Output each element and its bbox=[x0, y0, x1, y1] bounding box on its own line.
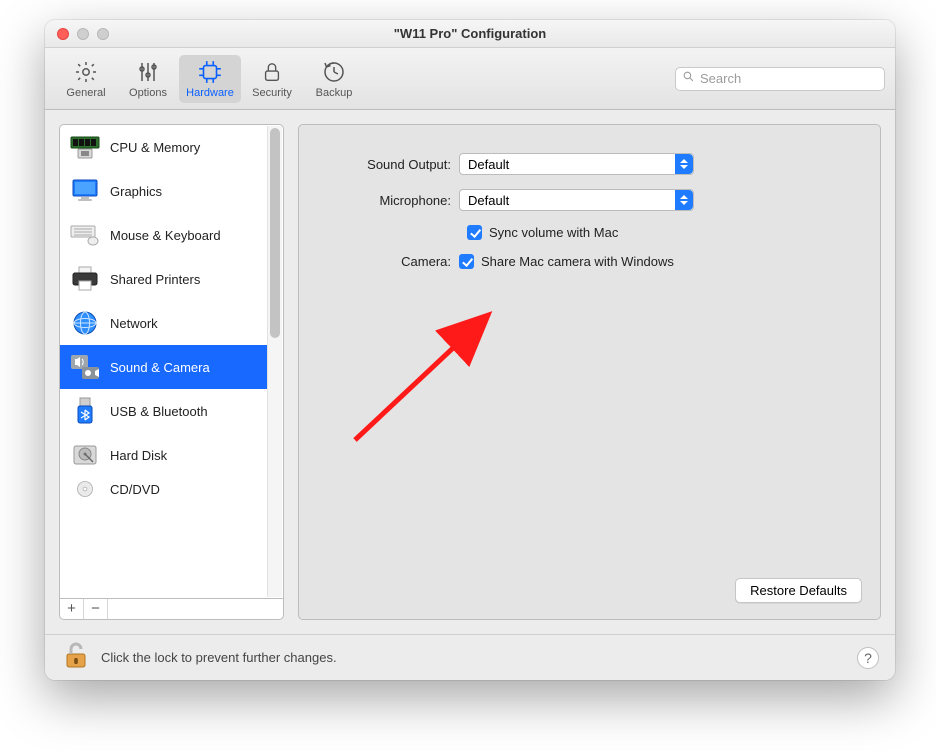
search-field[interactable] bbox=[675, 67, 885, 91]
usb-bluetooth-icon bbox=[70, 396, 100, 426]
sidebar-item-graphics[interactable]: Graphics bbox=[60, 169, 267, 213]
sidebar-item-mouse-keyboard[interactable]: Mouse & Keyboard bbox=[60, 213, 267, 257]
sync-volume-label: Sync volume with Mac bbox=[489, 225, 618, 240]
camera-label: Camera: bbox=[319, 254, 459, 269]
disc-icon bbox=[70, 479, 100, 499]
scrollbar-thumb[interactable] bbox=[270, 128, 280, 338]
tab-label: Backup bbox=[316, 87, 353, 99]
window-title: "W11 Pro" Configuration bbox=[45, 26, 895, 41]
sidebar-item-sound-camera[interactable]: Sound & Camera bbox=[60, 345, 267, 389]
tab-backup[interactable]: Backup bbox=[303, 55, 365, 103]
sidebar-item-label: CD/DVD bbox=[110, 482, 160, 497]
lock-icon bbox=[261, 59, 283, 85]
sound-output-label: Sound Output: bbox=[319, 157, 459, 172]
gear-icon bbox=[74, 59, 98, 85]
sidebar-item-usb-bluetooth[interactable]: USB & Bluetooth bbox=[60, 389, 267, 433]
sidebar-item-label: Hard Disk bbox=[110, 448, 167, 463]
tab-label: Hardware bbox=[186, 87, 234, 99]
backup-icon bbox=[322, 59, 346, 85]
configuration-window: "W11 Pro" Configuration General Options bbox=[45, 20, 895, 680]
sound-camera-panel: Sound Output: Default Microphone: Defaul… bbox=[298, 124, 881, 620]
tab-label: Options bbox=[129, 87, 167, 99]
sidebar-item-network[interactable]: Network bbox=[60, 301, 267, 345]
tab-general[interactable]: General bbox=[55, 55, 117, 103]
tab-options[interactable]: Options bbox=[117, 55, 179, 103]
tab-hardware[interactable]: Hardware bbox=[179, 55, 241, 103]
keyboard-mouse-icon bbox=[70, 220, 100, 250]
sound-output-select[interactable]: Default bbox=[459, 153, 694, 175]
sidebar-item-label: Sound & Camera bbox=[110, 360, 210, 375]
microphone-value: Default bbox=[468, 193, 509, 208]
tab-label: Security bbox=[252, 87, 292, 99]
chip-icon bbox=[197, 59, 223, 85]
sidebar-item-hard-disk[interactable]: Hard Disk bbox=[60, 433, 267, 477]
help-button[interactable]: ? bbox=[857, 647, 879, 669]
sidebar-item-label: Mouse & Keyboard bbox=[110, 228, 221, 243]
monitor-icon bbox=[70, 176, 100, 206]
chevrons-icon bbox=[675, 190, 693, 210]
titlebar: "W11 Pro" Configuration bbox=[45, 20, 895, 48]
tab-security[interactable]: Security bbox=[241, 55, 303, 103]
sidebar-item-shared-printers[interactable]: Shared Printers bbox=[60, 257, 267, 301]
hard-disk-icon bbox=[70, 440, 100, 470]
add-button[interactable]: + bbox=[60, 599, 84, 619]
sidebar-item-label: CPU & Memory bbox=[110, 140, 200, 155]
printer-icon bbox=[70, 264, 100, 294]
sidebar-item-label: Shared Printers bbox=[110, 272, 200, 287]
sound-camera-icon bbox=[70, 352, 100, 382]
sync-volume-checkbox[interactable] bbox=[467, 225, 482, 240]
sidebar-item-cd-dvd[interactable]: CD/DVD bbox=[60, 477, 267, 501]
sliders-icon bbox=[136, 59, 160, 85]
sound-output-value: Default bbox=[468, 157, 509, 172]
cpu-memory-icon bbox=[70, 132, 100, 162]
remove-button[interactable]: − bbox=[84, 599, 108, 619]
hardware-sidebar: CPU & Memory Graphics Mouse & Keyboard bbox=[59, 124, 284, 598]
sidebar-item-label: Network bbox=[110, 316, 158, 331]
microphone-select[interactable]: Default bbox=[459, 189, 694, 211]
sidebar-item-label: Graphics bbox=[110, 184, 162, 199]
sidebar-item-cpu-memory[interactable]: CPU & Memory bbox=[60, 125, 267, 169]
globe-icon bbox=[70, 308, 100, 338]
search-icon bbox=[682, 70, 695, 88]
microphone-label: Microphone: bbox=[319, 193, 459, 208]
unlock-icon[interactable] bbox=[61, 640, 91, 675]
sidebar-footer: + − bbox=[59, 598, 284, 620]
share-camera-label: Share Mac camera with Windows bbox=[481, 254, 674, 269]
tab-label: General bbox=[66, 87, 105, 99]
restore-defaults-button[interactable]: Restore Defaults bbox=[735, 578, 862, 603]
lock-footer: Click the lock to prevent further change… bbox=[45, 634, 895, 680]
sidebar-item-label: USB & Bluetooth bbox=[110, 404, 208, 419]
chevrons-icon bbox=[675, 154, 693, 174]
preferences-toolbar: General Options Hardware Security bbox=[45, 48, 895, 110]
lock-text: Click the lock to prevent further change… bbox=[101, 650, 337, 665]
sidebar-scrollbar[interactable] bbox=[267, 126, 282, 597]
share-camera-checkbox[interactable] bbox=[459, 254, 474, 269]
search-input[interactable] bbox=[700, 71, 878, 86]
